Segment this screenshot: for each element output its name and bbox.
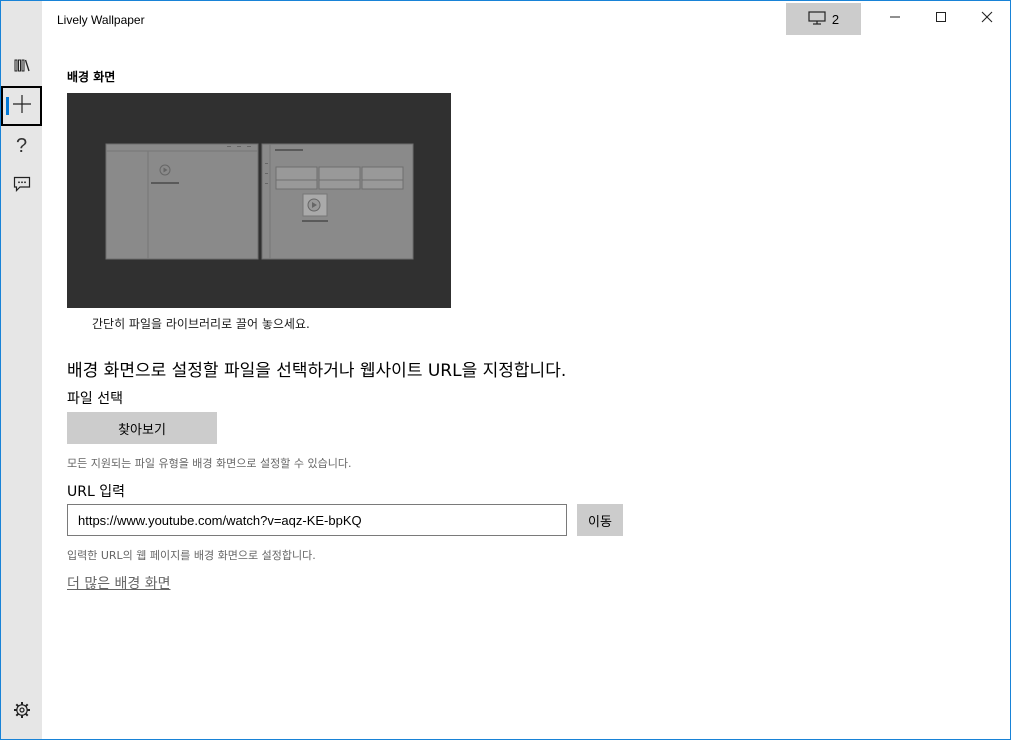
url-hint-text: 입력한 URL의 웹 페이지를 배경 화면으로 설정합니다. <box>67 549 316 562</box>
help-icon: ? <box>15 134 28 157</box>
url-label: URL 입력 <box>67 484 125 500</box>
sidebar-item-library[interactable] <box>1 46 42 86</box>
url-input[interactable] <box>67 504 567 536</box>
maximize-button[interactable] <box>918 1 964 33</box>
drag-drop-preview-image <box>67 93 451 308</box>
maximize-icon <box>935 8 947 27</box>
monitor-icon <box>808 10 826 28</box>
browse-button[interactable]: 찾아보기 <box>67 412 217 444</box>
monitor-count: 2 <box>831 11 840 27</box>
page-headline: 배경 화면으로 설정할 파일을 선택하거나 웹사이트 URL을 지정합니다. <box>67 361 567 381</box>
more-wallpapers-link[interactable]: 더 많은 배경 화면 <box>67 573 171 593</box>
file-select-label: 파일 선택 <box>67 391 123 407</box>
file-hint-text: 모든 지원되는 파일 유형을 배경 화면으로 설정할 수 있습니다. <box>67 457 352 470</box>
settings-icon <box>13 701 31 723</box>
app-title: Lively Wallpaper <box>57 13 145 27</box>
sidebar-item-help[interactable]: ? <box>1 126 42 166</box>
section-title: 배경 화면 <box>67 70 116 84</box>
minimize-icon <box>889 8 901 27</box>
app-window: ? Lively Wallpaper 2 배경 화면 간단히 파일을 라이브러리… <box>0 0 1011 740</box>
preview-caption: 간단히 파일을 라이브러리로 끌어 놓으세요. <box>92 317 310 331</box>
sidebar-item-add[interactable] <box>1 86 42 126</box>
go-button[interactable]: 이동 <box>577 504 623 536</box>
library-icon <box>14 57 30 76</box>
minimize-button[interactable] <box>872 1 918 33</box>
sidebar-item-settings[interactable] <box>1 692 42 732</box>
close-button[interactable] <box>964 1 1010 33</box>
feedback-icon <box>13 176 31 196</box>
add-icon <box>12 94 32 118</box>
close-icon <box>981 8 993 27</box>
monitor-select-button[interactable]: 2 <box>786 3 861 35</box>
title-bar: Lively Wallpaper 2 <box>42 1 1010 39</box>
sidebar: ? <box>1 1 42 739</box>
sidebar-item-feedback[interactable] <box>1 166 42 206</box>
